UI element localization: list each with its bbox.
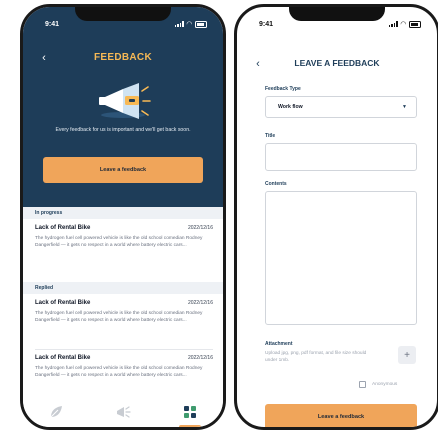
anonymous-checkbox[interactable] [359,381,366,388]
card-body: The hydrogen fuel cell powered vehicle i… [35,366,203,378]
feedback-header: 9:41 ◠ ‹ FEEDBACK Every feedback for us … [23,7,223,207]
attachment-label: Attachment [265,341,293,347]
megaphone-icon [99,83,151,119]
nav-tab-feedback[interactable] [112,401,134,423]
phone-notch [289,7,385,21]
status-icons: ◠ [174,20,207,28]
contents-textarea[interactable] [265,191,417,325]
status-time: 9:41 [45,20,60,28]
anonymous-label: Anonymous [372,382,398,387]
card-title: Lack of Rental Bike [35,225,91,231]
signal-icon [388,21,398,27]
active-tab-indicator [178,425,201,427]
leaf-icon [50,406,63,418]
card-date: 2022/12/16 [187,355,213,361]
feedback-card[interactable]: Lack of Rental Bike 2022/12/16 The hydro… [35,225,213,273]
bottom-nav [23,397,223,427]
wifi-icon: ◠ [400,21,406,28]
feedback-card[interactable]: Lack of Rental Bike 2022/12/16 The hydro… [35,300,213,348]
card-title: Lack of Rental Bike [35,300,91,306]
nav-tab-eco[interactable] [45,401,67,423]
section-header-in-progress: In progress [23,207,223,219]
title-label: Title [265,133,276,139]
caret-down-icon: ▼ [402,104,407,110]
card-body: The hydrogen fuel cell powered vehicle i… [35,236,203,248]
wifi-icon: ◠ [186,21,192,28]
feedback-card[interactable]: Lack of Rental Bike 2022/12/16 The hydro… [35,355,213,403]
phone-notch [75,7,171,21]
leave-feedback-label: Leave a feedback [99,167,147,173]
leave-feedback-phone: 9:41 ◠ ‹ LEAVE A FEEDBACK Feedback Type … [234,4,438,430]
nav-tab-menu[interactable] [178,401,201,427]
section-label: Replied [35,285,54,291]
battery-icon [195,20,207,28]
intro-text: Every feedback for us is important and w… [55,127,191,133]
plus-icon: + [404,349,410,361]
add-attachment-button[interactable]: + [398,346,416,364]
feedback-type-label: Feedback Type [265,86,301,92]
contents-label: Contents [265,181,287,187]
feedback-type-select[interactable]: Work flow ▼ [265,96,417,118]
grid-icon [183,406,196,418]
status-time: 9:41 [259,20,274,28]
battery-icon [409,20,421,28]
card-date: 2022/12/16 [187,225,213,231]
section-header-replied: Replied [23,282,223,294]
title-input[interactable] [265,143,417,171]
page-title: FEEDBACK [94,52,152,63]
submit-feedback-label: Leave a feedback [317,414,365,420]
megaphone-icon [116,406,131,418]
submit-feedback-button[interactable]: Leave a feedback [265,404,417,427]
signal-icon [174,21,184,27]
card-title: Lack of Rental Bike [35,355,91,361]
anonymous-option[interactable]: Anonymous [359,381,397,388]
feedback-type-value: Work flow [278,104,303,110]
card-body: The hydrogen fuel cell powered vehicle i… [35,311,203,323]
leave-feedback-button[interactable]: Leave a feedback [43,157,203,183]
page-title: LEAVE A FEEDBACK [294,58,380,68]
card-divider [35,349,213,350]
status-icons: ◠ [388,20,421,28]
feedback-phone: 9:41 ◠ ‹ FEEDBACK Every feedback for us … [20,4,226,430]
attachment-hint: Upload jpg, png, pdf format, and file si… [265,351,367,363]
section-label: In progress [35,210,63,216]
card-date: 2022/12/16 [187,300,213,306]
